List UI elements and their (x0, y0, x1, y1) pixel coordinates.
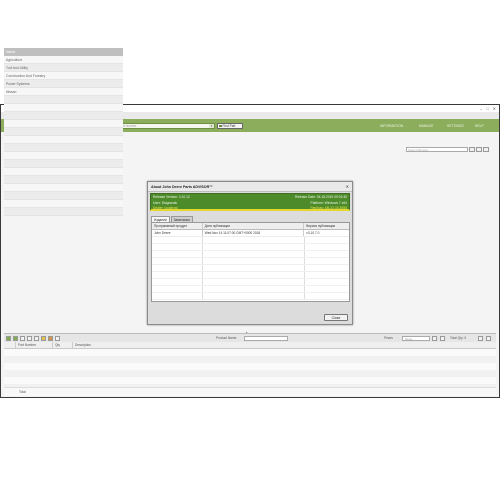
list-item-empty (4, 128, 123, 136)
dealer-info: Dealer: localhost (153, 206, 178, 210)
publications-table-header: Программный продукт Дата публикации Верс… (152, 223, 349, 230)
delete-icon[interactable] (20, 335, 25, 341)
table-row[interactable]: John Deere Wed Nov 14 11:07:00 GMT+0000 … (152, 230, 349, 237)
release-version: Release Version: 3.10.12 (153, 195, 190, 199)
cell-publication-date: Wed Nov 14 11:07:00 GMT+0000 2018 (203, 230, 305, 236)
release-info-panel: Release Version: 3.10.12 User: Diagnosti… (150, 193, 350, 211)
list-item-empty (4, 168, 123, 176)
table-row-empty (152, 237, 349, 244)
settings-icon[interactable] (55, 335, 60, 341)
table-row-empty (152, 272, 349, 279)
folder-icon[interactable] (41, 335, 46, 341)
table-row-empty (152, 258, 349, 265)
list-item-empty (4, 208, 123, 216)
close-window-button[interactable]: ✕ (493, 106, 496, 111)
menu-icon[interactable] (486, 335, 491, 341)
prices-select[interactable]: None (402, 335, 430, 341)
table-row-empty (152, 286, 349, 293)
column-publication-date[interactable]: Дата публикации (203, 223, 305, 229)
parts-toolbar: Product Name Prices None Total Qty: 0 (4, 334, 496, 342)
platform-info: Platform: Windows 7 x64 (310, 200, 347, 205)
list-item-empty (4, 104, 123, 112)
list-item-empty (4, 192, 123, 200)
catalog-list: Name Agriculture Turf And Utility Constr… (4, 48, 123, 331)
part-select[interactable]: Part number ▾ (116, 123, 215, 129)
list-item[interactable]: Nissan (4, 88, 123, 96)
prices-label: Prices (384, 336, 393, 340)
menu-help[interactable]: HELP (475, 124, 484, 128)
publications-table: Программный продукт Дата публикации Верс… (151, 222, 350, 302)
menu-information[interactable]: INFORMATION (380, 124, 403, 128)
list-item-empty (4, 152, 123, 160)
list-item-empty (4, 136, 123, 144)
chevron-down-icon[interactable] (432, 335, 437, 341)
parts-total: Total (4, 387, 496, 395)
chevron-down-icon[interactable]: ▾ (209, 124, 214, 128)
table-row-empty (152, 265, 349, 272)
parts-table-body (4, 349, 496, 387)
column-qty[interactable]: Qty (53, 342, 73, 348)
search-icon[interactable] (469, 147, 475, 152)
column-part-number[interactable]: Part Number (16, 342, 53, 348)
list-item[interactable]: Construction And Forestry (4, 72, 123, 80)
list-view-icon[interactable] (483, 147, 489, 152)
print-icon[interactable] (34, 335, 39, 341)
column-checkbox[interactable] (4, 342, 16, 348)
list-item-empty (4, 96, 123, 104)
list-item-empty (4, 144, 123, 152)
about-dialog: About John Deere Parts ADVISOR™ ✕ Releas… (147, 181, 353, 325)
list-item[interactable]: Turf And Utility (4, 64, 123, 72)
table-row-empty (152, 244, 349, 251)
browse-search-input[interactable]: Search Browse (406, 147, 468, 152)
parts-list-panel: Product Name Prices None Total Qty: 0 Pa… (4, 333, 496, 396)
menu-manage[interactable]: MANAGE (419, 124, 433, 128)
refresh-icon[interactable] (13, 335, 18, 341)
total-qty-label: Total Qty: 0 (450, 336, 467, 340)
find-part-button[interactable]: Find Part (217, 123, 243, 129)
list-item-empty (4, 112, 123, 120)
list-item-empty (4, 120, 123, 128)
add-icon[interactable] (6, 335, 11, 341)
export-icon[interactable] (48, 335, 53, 341)
list-item-empty (4, 184, 123, 192)
copy-icon[interactable] (27, 335, 32, 341)
release-date: Release Date: 04.18.2019 09:02:40 (294, 195, 347, 199)
column-description[interactable]: Description (73, 342, 496, 348)
window-controls: – □ ✕ (480, 106, 496, 111)
parts-table-header: Part Number Qty Description (4, 342, 496, 349)
user-info: User: Diagnostic (153, 200, 178, 205)
table-row-empty (152, 279, 349, 286)
browse-search: Search Browse (406, 147, 496, 153)
table-row-empty (152, 251, 349, 258)
currency-icon[interactable] (440, 335, 445, 341)
replicas-info: Replicas: AB-22-33-5555 (310, 206, 347, 210)
maximize-button[interactable]: □ (486, 106, 488, 111)
grid-view-icon[interactable] (476, 147, 482, 152)
list-item-empty (4, 176, 123, 184)
find-part-label: Find Part (222, 124, 236, 128)
cell-product: John Deere (152, 230, 203, 236)
dialog-title: About John Deere Parts ADVISOR™ (148, 182, 352, 192)
search-icon (219, 124, 222, 128)
menu-settings[interactable]: SETTINGS (447, 124, 464, 128)
close-button[interactable]: Close (324, 314, 348, 321)
table-row-empty (152, 293, 349, 300)
list-item-empty (4, 200, 123, 208)
column-product[interactable]: Программный продукт (152, 223, 203, 229)
close-icon[interactable]: ✕ (346, 182, 349, 192)
column-publication-version[interactable]: Версия публикации (304, 223, 349, 229)
list-item[interactable]: Agriculture (4, 56, 123, 64)
product-name-input[interactable] (244, 335, 288, 341)
cell-publication-version: v3.10.7.0 (306, 231, 320, 235)
minimize-button[interactable]: – (480, 106, 482, 111)
product-name-label: Product Name (216, 336, 237, 340)
catalog-list-header[interactable]: Name (4, 48, 123, 56)
list-item[interactable]: Power Systems (4, 80, 123, 88)
cart-icon[interactable] (478, 335, 483, 341)
list-item-empty (4, 160, 123, 168)
